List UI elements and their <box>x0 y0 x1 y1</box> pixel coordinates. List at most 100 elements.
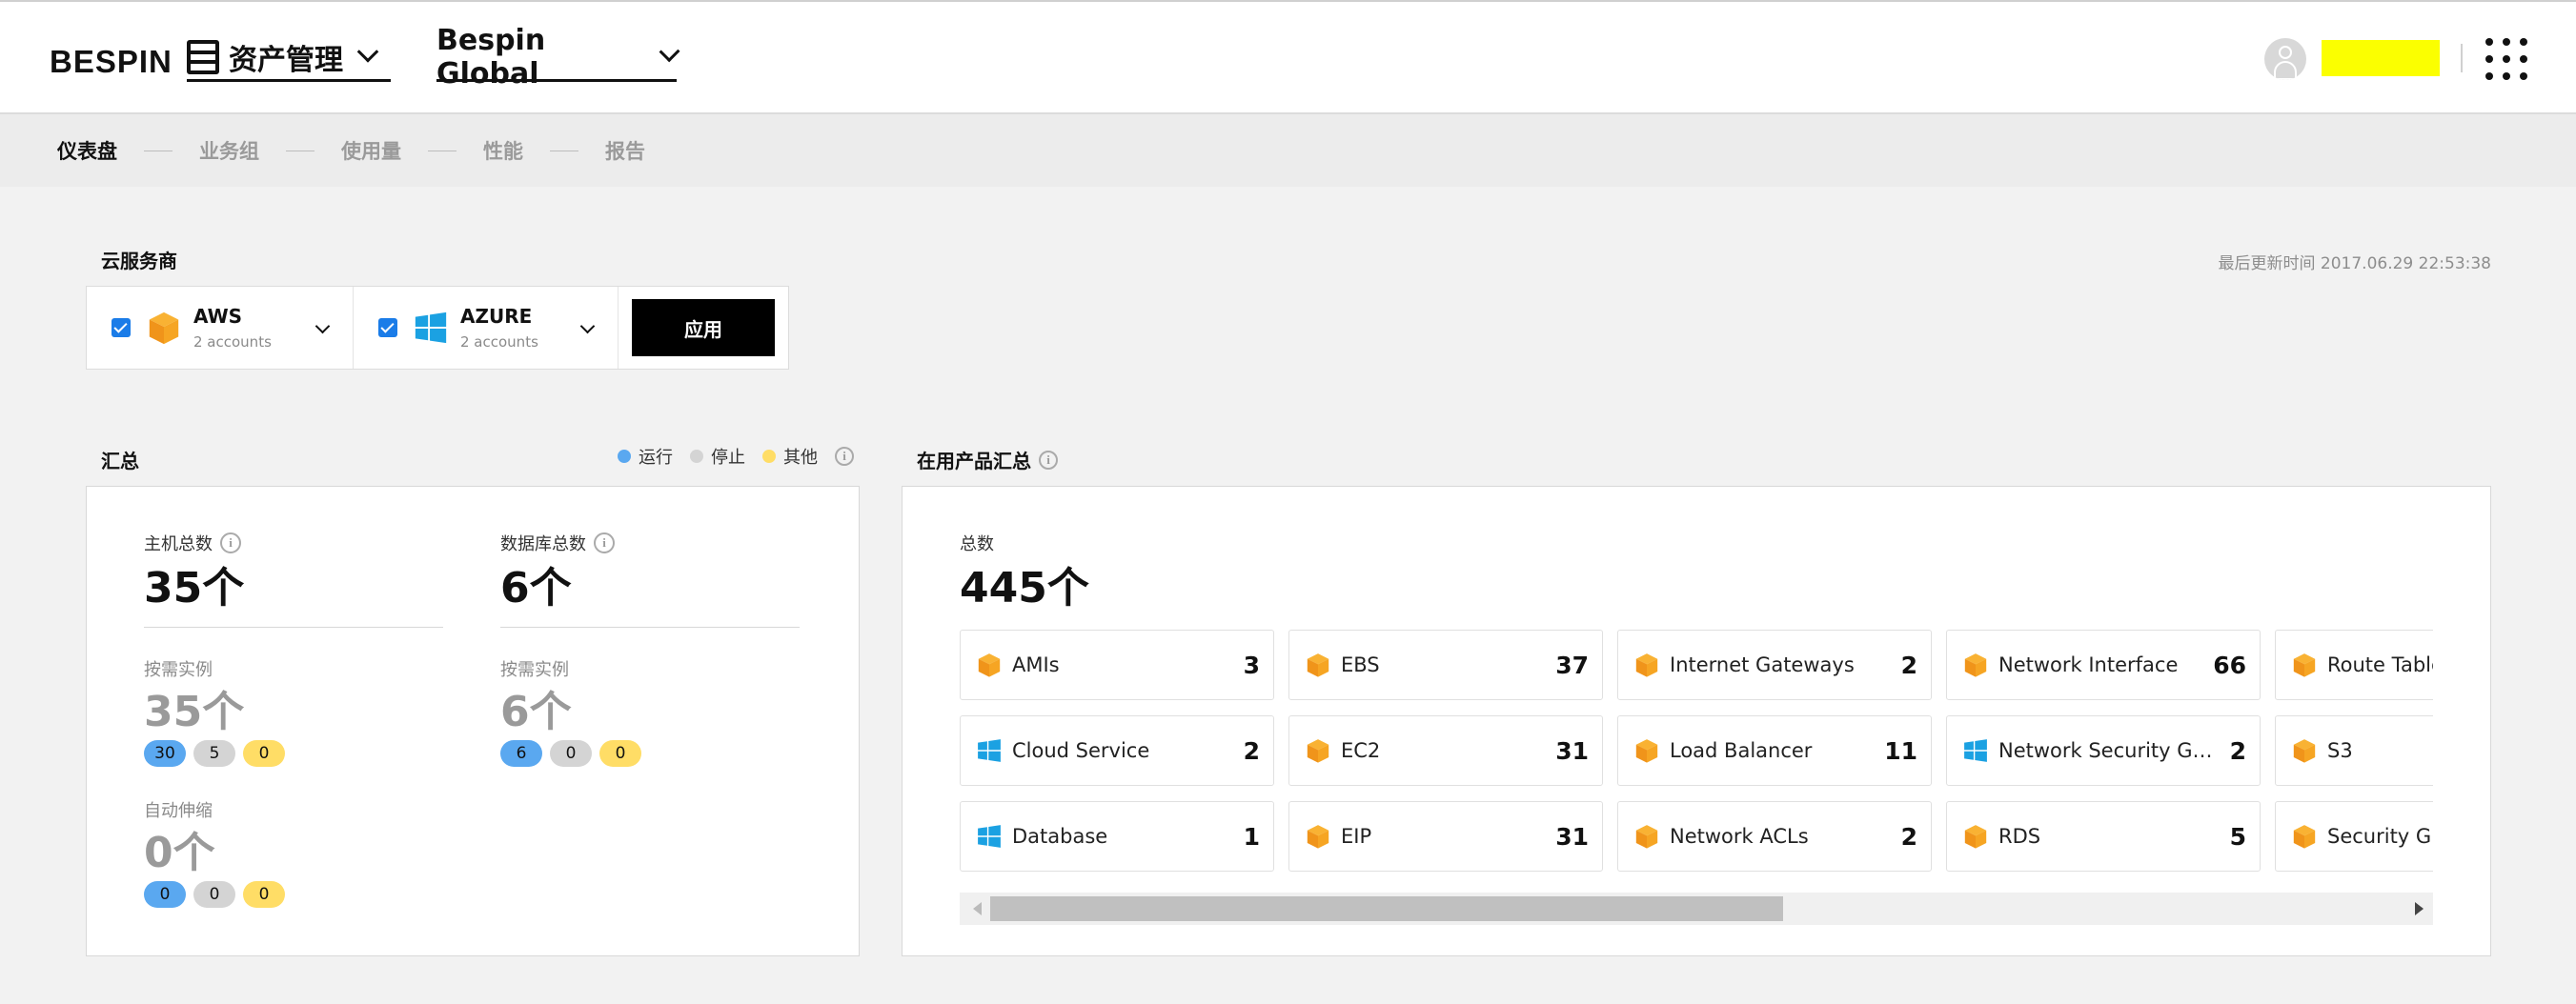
product-tile[interactable]: EIP 31 <box>1288 801 1603 872</box>
pill-stopped: 0 <box>193 881 235 908</box>
apply-button[interactable]: 应用 <box>632 299 775 356</box>
chevron-down-icon[interactable] <box>579 318 596 334</box>
products-card: 总数 445个 AMIs 3 EBS 37 Internet Gateways 2 Netw… <box>902 486 2491 956</box>
info-icon[interactable]: i <box>835 447 854 466</box>
aws-box-icon <box>978 653 1001 677</box>
info-icon[interactable]: i <box>220 532 241 553</box>
provider-selector: AWS 2 accounts AZURE 2 accounts 应用 <box>86 286 789 370</box>
provider-azure[interactable]: AZURE 2 accounts <box>354 287 619 369</box>
product-tile[interactable]: S3 <box>2275 715 2433 786</box>
product-count: 66 <box>2213 651 2246 679</box>
pill-other: 0 <box>243 881 285 908</box>
provider-name: AWS <box>193 305 243 328</box>
scroll-right-icon[interactable] <box>2415 902 2424 915</box>
product-count: 5 <box>2229 822 2246 851</box>
step-report[interactable]: 报告 <box>605 136 645 165</box>
products-title: 在用产品汇总 i <box>917 446 1058 473</box>
legend-stopped: 停止 <box>690 444 745 469</box>
legend-dot-running <box>618 450 631 463</box>
product-count: 2 <box>1900 651 1917 679</box>
pill-other: 0 <box>243 740 285 767</box>
aws-box-icon <box>1635 825 1658 849</box>
pill-other: 0 <box>599 740 641 767</box>
status-legend: 运行 停止 其他 i <box>618 444 854 469</box>
aws-box-icon <box>2293 739 2316 763</box>
product-count: 31 <box>1555 736 1589 765</box>
provider-accounts: 2 accounts <box>193 333 272 351</box>
product-name: Network Security Group <box>1998 739 2221 762</box>
legend-label: 运行 <box>639 448 673 468</box>
scroll-left-icon[interactable] <box>973 902 982 915</box>
product-tile[interactable]: Internet Gateways 2 <box>1617 630 1932 700</box>
legend-other: 其他 <box>762 444 818 469</box>
product-name: Network Interface <box>1998 653 2179 676</box>
host-ondemand-pills: 30 5 0 <box>144 740 293 767</box>
summary-card: 主机总数 i 35个 按需实例 35个 30 5 0 自动伸缩 0个 0 0 0… <box>86 486 860 956</box>
org-dropdown[interactable]: Bespin Global <box>436 24 680 90</box>
chevron-down-icon <box>356 40 379 63</box>
products-total-label: 总数 <box>960 534 994 554</box>
pill-running: 0 <box>144 881 186 908</box>
aws-box-icon <box>149 311 179 345</box>
product-name: EBS <box>1341 653 1380 676</box>
legend-dot-other <box>762 450 776 463</box>
db-total-value: 6个 <box>500 564 572 612</box>
product-tile[interactable]: Cloud Service 2 <box>960 715 1274 786</box>
step-dashboard[interactable]: 仪表盘 <box>57 136 117 165</box>
divider <box>144 627 443 628</box>
user-avatar-icon[interactable] <box>2264 38 2306 80</box>
product-tile[interactable]: Security Group <box>2275 801 2433 872</box>
product-tile[interactable]: EBS 37 <box>1288 630 1603 700</box>
windows-icon <box>978 739 1001 762</box>
bespin-logo[interactable]: BESPIN <box>50 44 172 80</box>
divider <box>500 627 800 628</box>
step-usage[interactable]: 使用量 <box>341 136 401 165</box>
scrollbar-thumb[interactable] <box>990 896 1783 921</box>
server-icon <box>187 39 219 74</box>
product-count: 2 <box>2229 736 2246 765</box>
product-name: Cloud Service <box>1012 739 1150 762</box>
product-tile[interactable]: EC2 31 <box>1288 715 1603 786</box>
pill-running: 30 <box>144 740 186 767</box>
product-count: 2 <box>1243 736 1260 765</box>
product-count: 1 <box>1243 822 1260 851</box>
header-divider <box>2461 44 2463 72</box>
app-grid-icon[interactable] <box>2485 38 2527 80</box>
module-dropdown[interactable]: 资产管理 <box>187 34 391 82</box>
product-count: 2 <box>1900 822 1917 851</box>
products-title-text: 在用产品汇总 <box>917 450 1031 472</box>
product-tile[interactable]: Network ACLs 2 <box>1617 801 1932 872</box>
aws-box-icon <box>2293 825 2316 849</box>
product-tile[interactable]: AMIs 3 <box>960 630 1274 700</box>
host-autoscale-pills: 0 0 0 <box>144 881 293 908</box>
product-name: S3 <box>2327 739 2353 762</box>
host-ondemand-value: 35个 <box>144 688 245 736</box>
username-redacted[interactable]: username <box>2322 40 2440 76</box>
horizontal-scrollbar[interactable] <box>960 893 2433 925</box>
product-tile[interactable]: Load Balancer 11 <box>1617 715 1932 786</box>
product-tile[interactable]: Network Interface 66 <box>1946 630 2261 700</box>
legend-label: 其他 <box>783 448 818 468</box>
product-name: Network ACLs <box>1670 825 1809 848</box>
info-icon[interactable]: i <box>1039 450 1058 470</box>
product-tile[interactable]: Database 1 <box>960 801 1274 872</box>
aws-box-icon <box>1307 825 1329 849</box>
azure-checkbox[interactable] <box>378 318 397 337</box>
product-tile[interactable]: RDS 5 <box>1946 801 2261 872</box>
windows-icon <box>1964 739 1987 762</box>
host-total-label-text: 主机总数 <box>144 534 213 554</box>
chevron-down-icon <box>659 40 680 62</box>
provider-aws[interactable]: AWS 2 accounts <box>87 287 354 369</box>
step-business-group[interactable]: 业务组 <box>199 136 259 165</box>
info-icon[interactable]: i <box>594 532 615 553</box>
product-count: 31 <box>1555 822 1589 851</box>
dashboard-steps-nav: 仪表盘 业务组 使用量 性能 报告 <box>0 114 2576 187</box>
product-tile[interactable]: Network Security Group 2 <box>1946 715 2261 786</box>
chevron-down-icon[interactable] <box>314 318 331 334</box>
product-tile[interactable]: Route Table <box>2275 630 2433 700</box>
step-performance[interactable]: 性能 <box>483 136 523 165</box>
aws-checkbox[interactable] <box>112 318 131 337</box>
provider-accounts: 2 accounts <box>460 333 538 351</box>
legend-dot-stopped <box>690 450 703 463</box>
product-count: 3 <box>1243 651 1260 679</box>
